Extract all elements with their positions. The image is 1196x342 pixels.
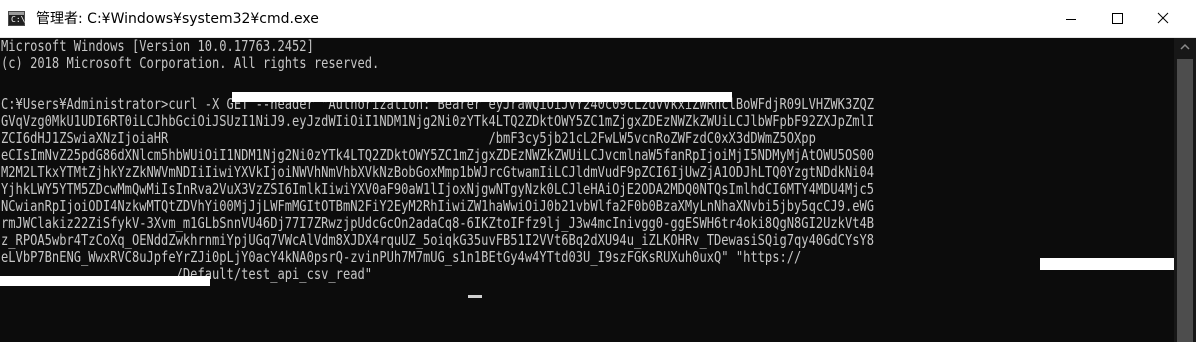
- scroll-up-arrow-icon: [1180, 43, 1190, 50]
- console-line: NCwianRpIjoiODI4NzkwMTQtZDVhYi00MjJjLWFm…: [1, 197, 875, 215]
- close-button[interactable]: [1140, 0, 1186, 38]
- minimize-icon: [1066, 19, 1076, 20]
- redaction-bar: [1040, 258, 1180, 270]
- text-cursor: [468, 295, 482, 298]
- minimize-button[interactable]: [1048, 0, 1094, 38]
- cmd-window: C:\ 管理者: C:¥Windows¥system32¥cmd.exe Mic…: [0, 0, 1196, 342]
- console-line: YjhkLWY5YTM5ZDcwMmQwMiIsInRva2VuX3VzZSI6…: [1, 180, 875, 198]
- vertical-scrollbar[interactable]: [1174, 38, 1196, 342]
- close-icon: [1157, 12, 1169, 24]
- redaction-bar: [0, 276, 210, 286]
- maximize-icon: [1112, 13, 1123, 24]
- console-line: M2M2LTkxYTMtZjhkYzZkNWVmNDIiIiwiYXVkIjoi…: [1, 163, 875, 181]
- console-output[interactable]: Microsoft Windows [Version 10.0.17763.24…: [0, 38, 1174, 342]
- console-line: z_RPOA5wbr4TzCoXq_OENddZwkhrnmiYpjUGq7VW…: [1, 231, 875, 249]
- window-title: 管理者: C:¥Windows¥system32¥cmd.exe: [36, 11, 319, 27]
- console-line: eLVbP7BnENG_WwxRVC8uJpfeYrZJi0pLjY0acY4k…: [1, 248, 802, 266]
- console-line: eCIsImNvZ25pdG86dXNlcm5hbWUiOiI1NDM1Njg2…: [1, 146, 875, 164]
- title-bar[interactable]: C:\ 管理者: C:¥Windows¥system32¥cmd.exe: [0, 0, 1196, 38]
- console-line: ZCI6dHJ1ZSwiaXNzIjoiaHR /bmF3cy5jb21cL2F…: [1, 129, 816, 147]
- console-line: Microsoft Windows [Version 10.0.17763.24…: [1, 38, 314, 55]
- cmd-icon-glyph: C:\: [11, 15, 26, 24]
- console-line: (c) 2018 Microsoft Corporation. All righ…: [1, 54, 380, 72]
- console-line: GVqVzg0MkU1UDI6RT0iLCJhbGciOiJSUzI1NiJ9.…: [1, 112, 875, 130]
- scroll-up-button[interactable]: [1174, 38, 1196, 56]
- console-line: rmJWClakiz22ZiSfykV-3Xvm_m1GLbSnnVU46Dj7…: [1, 214, 875, 232]
- maximize-button[interactable]: [1094, 0, 1140, 38]
- redaction-bar: [232, 92, 732, 102]
- cmd-icon[interactable]: C:\: [8, 11, 25, 26]
- scroll-thumb[interactable]: [1177, 59, 1193, 342]
